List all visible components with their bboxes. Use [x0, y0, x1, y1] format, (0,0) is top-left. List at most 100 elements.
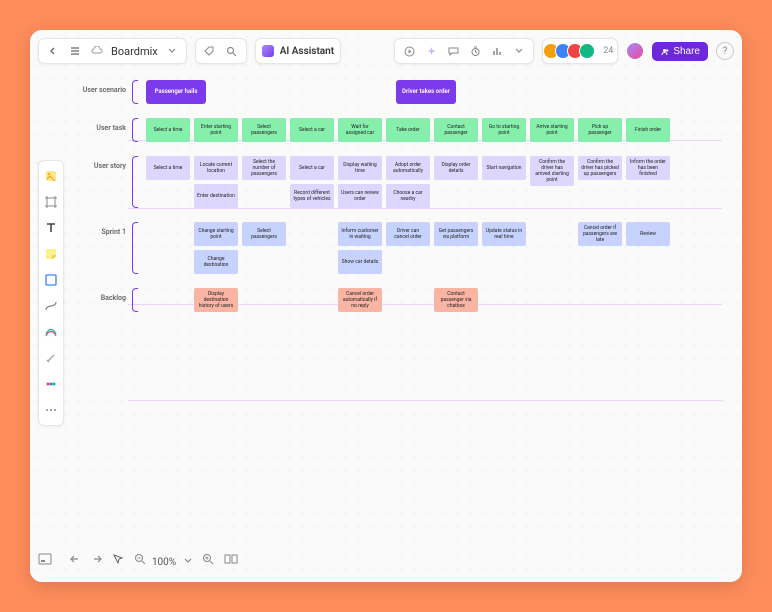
- tag-icon[interactable]: [202, 43, 218, 59]
- scenario-card[interactable]: Passenger hails: [146, 80, 206, 104]
- empty-cell: [386, 288, 430, 312]
- column: Start navigation: [482, 156, 526, 208]
- view-tools-cluster: [394, 38, 534, 64]
- stories-card[interactable]: Confirm the driver has arrived starting …: [530, 156, 574, 186]
- stories-card[interactable]: Record different types of vehicles: [290, 184, 334, 208]
- pages-button[interactable]: [38, 550, 52, 574]
- task-card[interactable]: Enter starting point: [194, 118, 238, 142]
- sprint-card[interactable]: Cancel order if passengers are late: [578, 222, 622, 246]
- share-button[interactable]: Share: [652, 42, 708, 61]
- task-lane: Select a timeEnter starting pointSelect …: [146, 118, 670, 142]
- stories-card[interactable]: Select a time: [146, 156, 190, 180]
- row-backlog: Backlog Display destination history of u…: [78, 288, 742, 312]
- cursor-mode-button[interactable]: [112, 550, 124, 574]
- stories-card[interactable]: Inform the order has been finished: [626, 156, 670, 180]
- sprint-card[interactable]: Review: [626, 222, 670, 246]
- widgets-icon[interactable]: [42, 375, 60, 393]
- chart-icon[interactable]: [489, 43, 505, 59]
- sticky-note-icon[interactable]: [42, 245, 60, 263]
- sprint-card[interactable]: Driver can cancel order: [386, 222, 430, 246]
- column: Locate current location Enter destination: [194, 156, 238, 208]
- stories-card[interactable]: Select the number of passengers: [242, 156, 286, 180]
- stories-card[interactable]: Locate current location: [194, 156, 238, 180]
- back-icon[interactable]: [45, 43, 61, 59]
- task-card[interactable]: Wait for assigned car: [338, 118, 382, 142]
- stories-card[interactable]: Choose a car nearby: [386, 184, 430, 208]
- task-card[interactable]: Select passengers: [242, 118, 286, 142]
- left-toolbar: [38, 160, 64, 426]
- chevron-down-icon[interactable]: [164, 43, 180, 59]
- backlog-card[interactable]: Contact passenger via chatbox: [434, 288, 478, 312]
- current-user-avatar[interactable]: [626, 42, 644, 60]
- redo-icon[interactable]: [88, 551, 104, 567]
- sprint-card[interactable]: Inform customer in waiting: [338, 222, 382, 246]
- shape-icon[interactable]: [42, 271, 60, 289]
- avatar-stack[interactable]: [547, 43, 595, 59]
- backlog-card[interactable]: Display destination history of users: [194, 288, 238, 312]
- column: [290, 222, 334, 274]
- task-card[interactable]: Pick up passenger: [578, 118, 622, 142]
- help-icon[interactable]: ?: [716, 42, 734, 60]
- column: Cancel order automatically if no reply: [338, 288, 382, 312]
- stories-card[interactable]: Select a car: [290, 156, 334, 180]
- task-card[interactable]: Contact passenger: [434, 118, 478, 142]
- zoom-out-icon[interactable]: [132, 551, 148, 567]
- minimap-button[interactable]: [224, 550, 238, 574]
- menu-icon[interactable]: [67, 43, 83, 59]
- cloud-icon[interactable]: [89, 43, 105, 59]
- sprint-card[interactable]: Change starting point: [194, 222, 238, 246]
- stories-card[interactable]: Enter destination: [194, 184, 238, 208]
- ai-spark-icon[interactable]: [423, 43, 439, 59]
- task-card[interactable]: Take order: [386, 118, 430, 142]
- search-icon[interactable]: [224, 43, 240, 59]
- more-icon[interactable]: [42, 401, 60, 419]
- stories-card[interactable]: Display waiting time: [338, 156, 382, 180]
- text-icon[interactable]: [42, 219, 60, 237]
- comment-icon[interactable]: [445, 43, 461, 59]
- column: Inform customer in waiting Show car detai…: [338, 222, 382, 274]
- ai-icon: [262, 45, 274, 57]
- play-icon[interactable]: [401, 43, 417, 59]
- sprint-card[interactable]: Show car details: [338, 250, 382, 274]
- avatar: [579, 43, 595, 59]
- canvas[interactable]: User scenario Passenger hails Driver tak…: [30, 30, 742, 582]
- timer-icon[interactable]: [467, 43, 483, 59]
- row-label: User story: [78, 156, 126, 170]
- ai-assistant-button[interactable]: AI Assistant: [255, 38, 341, 64]
- sprint-card[interactable]: Change destination: [194, 250, 238, 274]
- undo-icon[interactable]: [68, 551, 84, 567]
- pen-icon[interactable]: [42, 323, 60, 341]
- bracket-icon: [132, 156, 138, 208]
- row-label: User scenario: [78, 80, 126, 94]
- document-name[interactable]: Boardmix: [111, 45, 158, 58]
- task-card[interactable]: Go to starting point: [482, 118, 526, 142]
- stories-card[interactable]: Confirm the driver has picked up passeng…: [578, 156, 622, 180]
- empty-cell: [482, 288, 526, 312]
- ai-label: AI Assistant: [280, 46, 334, 57]
- task-card[interactable]: Finish order: [626, 118, 670, 142]
- sprint-card[interactable]: Select passengers: [242, 222, 286, 246]
- stories-card[interactable]: Display order details: [434, 156, 478, 180]
- frame-icon[interactable]: [42, 193, 60, 211]
- task-card[interactable]: Select a time: [146, 118, 190, 142]
- chevron-down-icon[interactable]: [180, 553, 196, 569]
- bottom-toolbar: 100%: [38, 550, 734, 574]
- row-label: User task: [78, 118, 126, 132]
- task-card[interactable]: Arrive starting point: [530, 118, 574, 142]
- stories-card[interactable]: Adopt order automatically: [386, 156, 430, 180]
- sprint-card[interactable]: Update status in real time: [482, 222, 526, 246]
- eraser-icon[interactable]: [42, 349, 60, 367]
- chevron-down-icon[interactable]: [511, 43, 527, 59]
- backlog-card[interactable]: Cancel order automatically if no reply: [338, 288, 382, 312]
- sprint-card[interactable]: Get passengers via platform: [434, 222, 478, 246]
- task-card[interactable]: Select a car: [290, 118, 334, 142]
- stories-card[interactable]: Users can review order: [338, 184, 382, 208]
- zoom-level[interactable]: 100%: [152, 557, 176, 568]
- cursor-icon: [112, 553, 124, 565]
- scenario-card[interactable]: Driver takes order: [396, 80, 456, 104]
- asset-icon[interactable]: [42, 167, 60, 185]
- zoom-in-icon[interactable]: [200, 551, 216, 567]
- stories-card[interactable]: Start navigation: [482, 156, 526, 180]
- story-lane: Select a timeLocate current location Ente…: [146, 156, 670, 208]
- connector-icon[interactable]: [42, 297, 60, 315]
